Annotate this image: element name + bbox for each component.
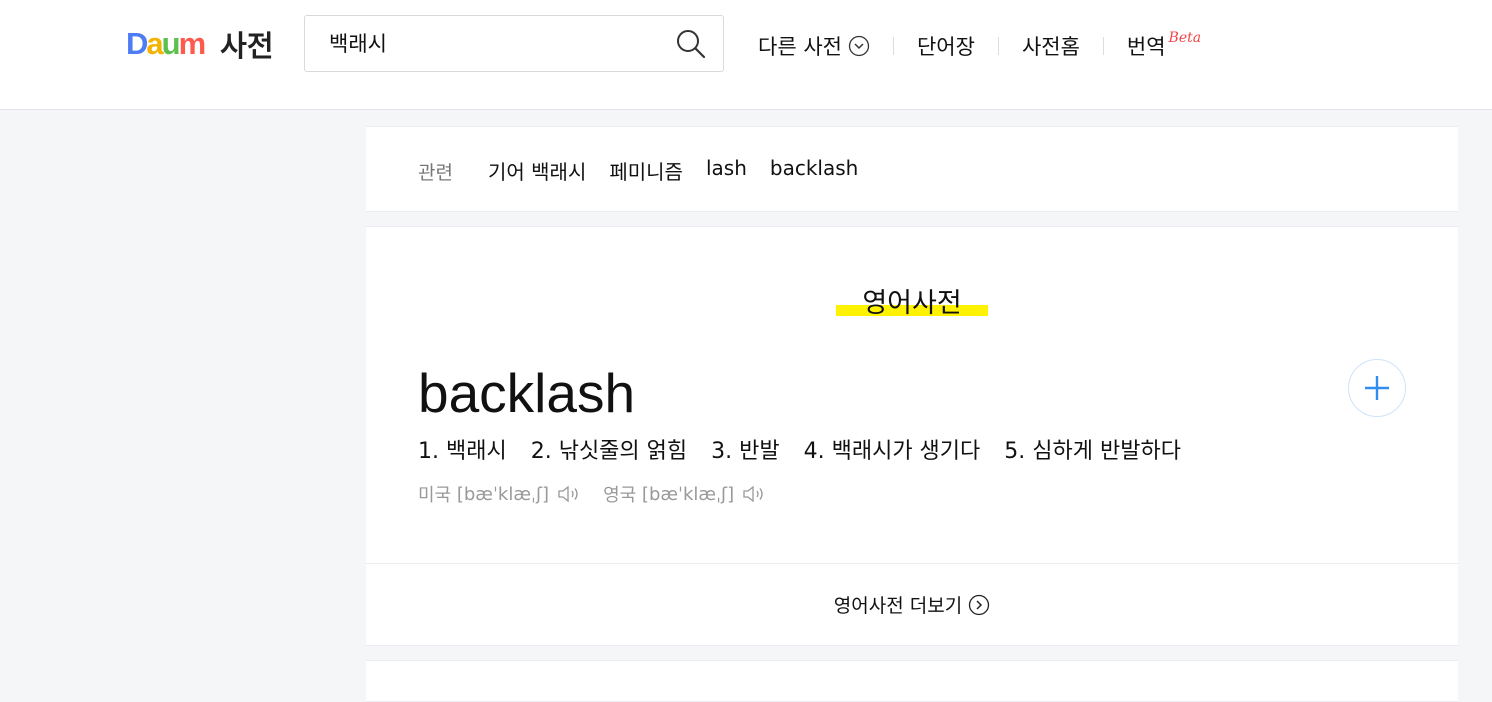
nav-other-dictionaries-label: 다른 사전 [758,35,842,59]
add-to-wordbook-button[interactable] [1348,359,1406,417]
logo-letter: a [146,26,163,61]
related-word-link[interactable]: 페미니즘 [609,156,683,185]
pronunciation-uk-text: [bæˈklæˌʃ] [641,483,735,505]
english-dictionary-panel: 영어사전 backlash 1. 백래시 2. 낚싯줄의 얽힘 3. 반발 4.… [366,226,1458,646]
related-word-link[interactable]: 기어 백래시 [488,156,586,185]
related-words-list: 기어 백래시 페미니즘 lash backlash [488,156,881,185]
daum-dictionary-logo[interactable]: Daum 사전 [126,22,274,66]
nav-translate-label: 번역 [1126,35,1166,59]
meaning-item: 2. 낚싯줄의 얽힘 [530,439,688,464]
search-box [304,15,724,72]
meanings-list: 1. 백래시 2. 낚싯줄의 얽힘 3. 반발 4. 백래시가 생기다 5. 심… [418,433,1205,465]
more-label: 영어사전 더보기 [833,595,963,617]
pronunciation-row: 미국 [bæˈklæˌʃ] 영국 [bæˈklæˌʃ] [418,481,788,507]
section-title-text: 영어사전 [862,288,962,319]
chevron-down-circle-icon [848,35,870,57]
nav-divider [892,37,894,55]
meaning-item: 4. 백래시가 생기다 [803,439,981,464]
logo-letter: D [126,26,148,61]
section-title: 영어사전 [836,281,988,320]
top-header: Daum 사전 다른 사전 단어장 사전홈 번역 Beta [0,0,1492,110]
meaning-item: 1. 백래시 [418,439,507,464]
meaning-item: 5. 심하게 반발하다 [1004,439,1181,464]
pronunciation-uk-label: 영국 [603,485,637,506]
nav-divider [997,37,999,55]
speaker-icon[interactable] [557,484,583,504]
beta-badge: Beta [1168,30,1202,46]
divider [366,563,1458,564]
nav-other-dictionaries[interactable]: 다른 사전 [758,31,870,61]
pronunciation-uk: 영국 [bæˈklæˌʃ] [603,481,768,507]
meaning-item: 3. 반발 [711,439,780,464]
top-navigation: 다른 사전 단어장 사전홈 번역 Beta [758,28,1201,64]
dictionary-title[interactable]: 사전 [220,23,273,65]
search-icon[interactable] [675,28,707,60]
search-input[interactable] [329,26,659,60]
pronunciation-us-label: 미국 [418,485,452,506]
nav-wordbook[interactable]: 단어장 [917,31,975,61]
plus-icon [1365,376,1389,400]
pronunciation-us-text: [bæˈklæˌʃ] [456,483,550,505]
related-word-link[interactable]: lash [706,156,747,185]
nav-dictionary-home[interactable]: 사전홈 [1022,31,1080,61]
headword[interactable]: backlash [418,361,635,425]
related-words-panel: 관련 기어 백래시 페미니즘 lash backlash [366,126,1458,212]
section-title-wrap: 영어사전 [366,281,1458,320]
speaker-icon[interactable] [742,484,768,504]
chevron-right-circle-icon [969,594,990,615]
logo-letter: m [178,26,207,61]
pronunciation-us: 미국 [bæˈklæˌʃ] [418,481,583,507]
nav-translate[interactable]: 번역 Beta [1126,30,1202,61]
related-label: 관련 [418,162,453,184]
related-word-link[interactable]: backlash [770,156,858,185]
nav-divider [1102,37,1104,55]
next-section-panel [366,660,1458,702]
daum-logo[interactable]: Daum [126,26,207,62]
logo-letter: u [161,26,181,61]
english-dict-more-link[interactable]: 영어사전 더보기 [366,591,1458,618]
